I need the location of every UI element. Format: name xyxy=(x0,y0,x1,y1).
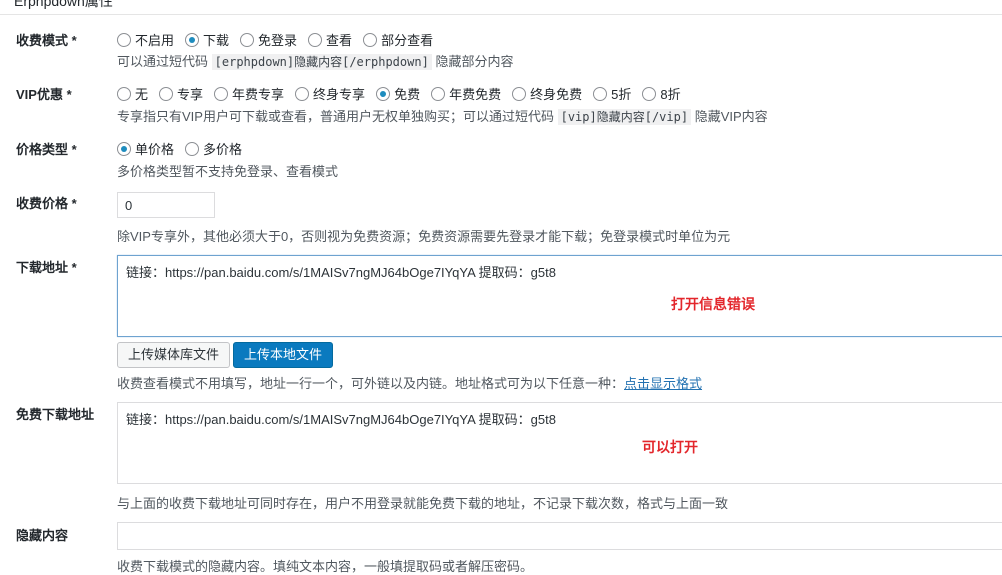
fee-mode-option[interactable]: 查看 xyxy=(308,30,352,49)
download-url-label: 下载地址 * xyxy=(16,260,77,275)
radio-icon xyxy=(431,86,446,101)
radio-icon xyxy=(214,86,229,101)
radio-icon xyxy=(642,86,657,101)
vip-option[interactable]: 终身免费 xyxy=(512,84,582,103)
vip-option[interactable]: 年费免费 xyxy=(431,84,501,103)
radio-icon xyxy=(117,141,131,156)
price-description: 除VIP专享外，其他必须大于0，否则视为免费资源；免费资源需要先登录才能下载；免… xyxy=(117,229,731,244)
show-format-link[interactable]: 点击显示格式 xyxy=(624,376,702,391)
price-type-description: 多价格类型暂不支持免登录、查看模式 xyxy=(117,164,339,179)
fee-mode-option[interactable]: 部分查看 xyxy=(363,30,433,49)
fee-mode-description: 可以通过短代码 [erphpdown]隐藏内容[/erphpdown] 隐藏部分… xyxy=(117,51,513,70)
vip-option-label: 年费免费 xyxy=(449,87,502,102)
fee-mode-desc-suffix: 隐藏部分内容 xyxy=(435,54,514,69)
radio-icon xyxy=(512,86,527,101)
free-download-url-value: 链接：https://pan.baidu.com/s/1MAISv7ngMJ64… xyxy=(126,412,556,427)
download-url-value: 链接：https://pan.baidu.com/s/1MAISv7ngMJ64… xyxy=(126,265,556,280)
fee-mode-label: 收费模式 * xyxy=(16,33,77,48)
hidden-content-input[interactable] xyxy=(117,522,1002,550)
metabox-header: Erphpdown属性 xyxy=(0,0,1002,15)
download-url-desc-text: 收费查看模式不用填写，地址一行一个，可外链以及内链。地址格式可为以下任意一种： xyxy=(117,376,625,391)
upload-local-button[interactable]: 上传本地文件 xyxy=(233,342,334,368)
fee-mode-radios: 不启用 下载 免登录 查看 部分查看 xyxy=(117,30,444,49)
price-type-option[interactable]: 单价格 xyxy=(117,139,174,158)
price-type-option[interactable]: 多价格 xyxy=(185,139,242,158)
radio-icon xyxy=(117,32,131,47)
fee-mode-option-label: 部分查看 xyxy=(381,33,434,48)
price-type-option-label: 多价格 xyxy=(203,142,243,157)
vip-radios: 无 专享 年费专享 终身专享 免费 年费免费 终身免费 5折 8折 xyxy=(117,84,692,103)
vip-option[interactable]: 专享 xyxy=(159,84,203,103)
price-label: 收费价格 * xyxy=(16,196,77,211)
radio-icon xyxy=(185,32,200,47)
vip-option[interactable]: 免费 xyxy=(376,84,420,103)
vip-option[interactable]: 无 xyxy=(117,84,148,103)
vip-option-label: 免费 xyxy=(394,87,421,102)
vip-description: 专享指只有VIP用户可下载或查看，普通用户无权单独购买；可以通过短代码 [vip… xyxy=(117,106,768,125)
vip-option-label: 5折 xyxy=(611,87,632,102)
vip-option[interactable]: 8折 xyxy=(642,84,681,103)
shortcode-vip: [vip]隐藏内容[/vip] xyxy=(557,109,692,125)
download-url-annotation: 打开信息错误 xyxy=(671,296,755,312)
radio-icon xyxy=(159,86,174,101)
radio-icon xyxy=(593,86,608,101)
free-download-url-annotation: 可以打开 xyxy=(642,439,698,455)
vip-option-label: 年费专享 xyxy=(232,87,285,102)
radio-icon xyxy=(185,141,200,156)
vip-option-label: 专享 xyxy=(177,87,204,102)
fee-mode-option-label: 免登录 xyxy=(258,33,298,48)
download-url-description: 收费查看模式不用填写，地址一行一个，可外链以及内链。地址格式可为以下任意一种：点… xyxy=(117,373,702,392)
shortcode-erphpdown: [erphpdown]隐藏内容[/erphpdown] xyxy=(211,54,432,70)
free-download-url-label: 免费下载地址 xyxy=(16,407,95,422)
fee-mode-option[interactable]: 下载 xyxy=(185,30,229,49)
price-type-option-label: 单价格 xyxy=(135,142,175,157)
vip-label: VIP优惠 * xyxy=(16,87,72,102)
vip-desc-suffix: 隐藏VIP内容 xyxy=(694,109,768,124)
vip-option-label: 8折 xyxy=(660,87,681,102)
vip-option-label: 终身免费 xyxy=(530,87,583,102)
price-input[interactable]: 0 xyxy=(117,192,215,218)
price-type-radios: 单价格 多价格 xyxy=(117,139,253,158)
radio-icon xyxy=(308,32,323,47)
free-download-url-textarea[interactable]: 链接：https://pan.baidu.com/s/1MAISv7ngMJ64… xyxy=(117,402,1002,484)
vip-option[interactable]: 5折 xyxy=(593,84,631,103)
vip-option-label: 无 xyxy=(135,87,149,102)
fee-mode-option-label: 不启用 xyxy=(135,33,175,48)
vip-option[interactable]: 年费专享 xyxy=(214,84,284,103)
radio-icon xyxy=(295,86,310,101)
fee-mode-option-label: 下载 xyxy=(203,33,230,48)
radio-icon xyxy=(376,86,391,101)
metabox-title: Erphpdown属性 xyxy=(14,0,113,9)
hidden-content-description: 收费下载模式的隐藏内容。填纯文本内容，一般填提取码或者解压密码。 xyxy=(117,559,534,574)
free-download-url-description: 与上面的收费下载地址可同时存在，用户不用登录就能免费下载的地址，不记录下载次数，… xyxy=(117,496,729,511)
download-url-textarea[interactable]: 链接：https://pan.baidu.com/s/1MAISv7ngMJ64… xyxy=(117,255,1002,337)
radio-icon xyxy=(240,32,255,47)
radio-icon xyxy=(117,86,131,101)
fee-mode-option[interactable]: 不启用 xyxy=(117,30,174,49)
price-type-label: 价格类型 * xyxy=(16,142,77,157)
vip-option-label: 终身专享 xyxy=(313,87,366,102)
fee-mode-option[interactable]: 免登录 xyxy=(240,30,297,49)
hidden-content-label: 隐藏内容 xyxy=(16,528,69,543)
radio-icon xyxy=(363,32,378,47)
fee-mode-desc-prefix: 可以通过短代码 xyxy=(117,54,209,69)
vip-desc-prefix: 专享指只有VIP用户可下载或查看，普通用户无权单独购买；可以通过短代码 xyxy=(117,109,554,124)
fee-mode-option-label: 查看 xyxy=(326,33,353,48)
upload-media-button[interactable]: 上传媒体库文件 xyxy=(117,342,231,368)
vip-option[interactable]: 终身专享 xyxy=(295,84,365,103)
